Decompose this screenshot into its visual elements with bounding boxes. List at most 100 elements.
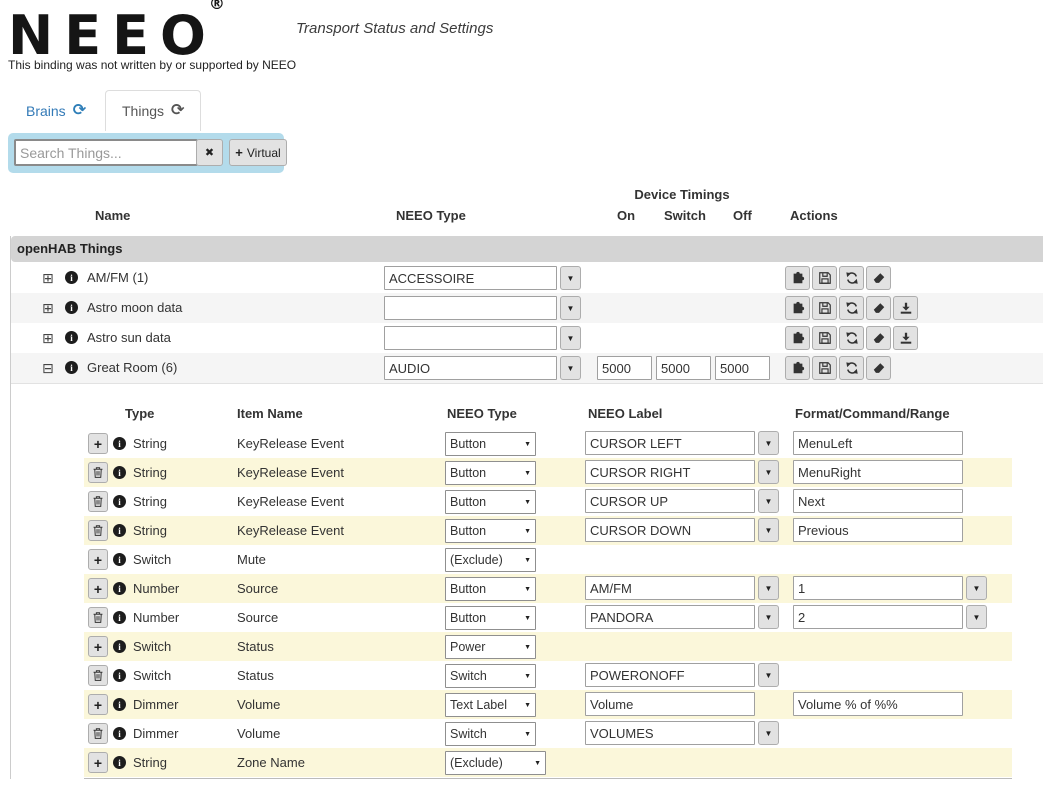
transmit-button[interactable]	[785, 326, 810, 350]
info-icon[interactable]: i	[113, 611, 126, 624]
add-channel-button[interactable]: +	[88, 752, 108, 773]
neeo-label-input[interactable]	[585, 605, 755, 629]
refresh-button[interactable]	[839, 326, 864, 350]
info-icon[interactable]: i	[113, 495, 126, 508]
neeo-type-input[interactable]	[384, 326, 557, 350]
refresh-button[interactable]	[839, 266, 864, 290]
label-dropdown-button[interactable]: ▼	[758, 663, 779, 687]
neeo-type-dropdown-button[interactable]: ▼	[560, 356, 581, 380]
transmit-button[interactable]	[785, 296, 810, 320]
format-dropdown-button[interactable]: ▼	[966, 576, 987, 600]
delete-channel-button[interactable]	[88, 665, 108, 686]
refresh-icon[interactable]: ⟳	[171, 103, 184, 119]
neeo-type-dropdown-button[interactable]: ▼	[560, 326, 581, 350]
info-icon[interactable]: i	[113, 524, 126, 537]
neeo-label-input[interactable]	[585, 576, 755, 600]
label-dropdown-button[interactable]: ▼	[758, 576, 779, 600]
expand-icon[interactable]: ⊞	[42, 263, 54, 293]
restore-button[interactable]	[893, 296, 918, 320]
save-button[interactable]	[812, 266, 837, 290]
info-icon[interactable]: i	[113, 669, 126, 682]
neeo-type-select[interactable]: Switch ▼	[445, 722, 536, 746]
expand-icon[interactable]: ⊞	[42, 323, 54, 353]
delete-channel-button[interactable]	[88, 462, 108, 483]
neeo-label-input[interactable]	[585, 431, 755, 455]
neeo-type-input[interactable]	[384, 296, 557, 320]
label-dropdown-button[interactable]: ▼	[758, 518, 779, 542]
save-button[interactable]	[812, 296, 837, 320]
neeo-type-select[interactable]: Power ▼	[445, 635, 536, 659]
refresh-button[interactable]	[839, 356, 864, 380]
save-button[interactable]	[812, 356, 837, 380]
delete-channel-button[interactable]	[88, 607, 108, 628]
neeo-label-input[interactable]	[585, 489, 755, 513]
neeo-label-input[interactable]	[585, 692, 755, 716]
format-input[interactable]	[793, 518, 963, 542]
restore-button[interactable]	[893, 326, 918, 350]
neeo-label-input[interactable]	[585, 663, 755, 687]
info-icon[interactable]: i	[113, 640, 126, 653]
format-dropdown-button[interactable]: ▼	[966, 605, 987, 629]
format-input[interactable]	[793, 489, 963, 513]
transmit-button[interactable]	[785, 356, 810, 380]
add-channel-button[interactable]: +	[88, 694, 108, 715]
neeo-type-select[interactable]: Text Label ▼	[445, 693, 536, 717]
format-input[interactable]	[793, 431, 963, 455]
erase-button[interactable]	[866, 266, 891, 290]
neeo-type-select[interactable]: (Exclude) ▼	[445, 751, 546, 775]
neeo-type-select[interactable]: Button ▼	[445, 606, 536, 630]
timing-off-input[interactable]	[715, 356, 770, 380]
timing-switch-input[interactable]	[656, 356, 711, 380]
erase-button[interactable]	[866, 356, 891, 380]
expand-icon[interactable]: ⊞	[42, 293, 54, 323]
info-icon[interactable]: i	[113, 698, 126, 711]
tab-brains[interactable]: Brains ⟳	[10, 91, 102, 131]
label-dropdown-button[interactable]: ▼	[758, 721, 779, 745]
transmit-button[interactable]	[785, 266, 810, 290]
erase-button[interactable]	[866, 296, 891, 320]
delete-channel-button[interactable]	[88, 723, 108, 744]
info-icon[interactable]: i	[113, 466, 126, 479]
label-dropdown-button[interactable]: ▼	[758, 431, 779, 455]
label-dropdown-button[interactable]: ▼	[758, 489, 779, 513]
delete-channel-button[interactable]	[88, 491, 108, 512]
neeo-type-select[interactable]: Switch ▼	[445, 664, 536, 688]
add-channel-button[interactable]: +	[88, 549, 108, 570]
neeo-type-select[interactable]: (Exclude) ▼	[445, 548, 536, 572]
neeo-label-input[interactable]	[585, 460, 755, 484]
format-input[interactable]	[793, 460, 963, 484]
format-input[interactable]	[793, 692, 963, 716]
refresh-icon[interactable]: ⟳	[73, 103, 86, 119]
info-icon[interactable]: i	[65, 301, 78, 314]
save-button[interactable]	[812, 326, 837, 350]
neeo-type-select[interactable]: Button ▼	[445, 490, 536, 514]
info-icon[interactable]: i	[65, 271, 78, 284]
neeo-type-select[interactable]: Button ▼	[445, 461, 536, 485]
info-icon[interactable]: i	[113, 727, 126, 740]
neeo-type-dropdown-button[interactable]: ▼	[560, 266, 581, 290]
search-input[interactable]	[14, 139, 198, 166]
add-channel-button[interactable]: +	[88, 578, 108, 599]
format-input[interactable]	[793, 576, 963, 600]
info-icon[interactable]: i	[113, 437, 126, 450]
tab-things[interactable]: Things ⟳	[105, 90, 202, 131]
neeo-type-select[interactable]: Button ▼	[445, 432, 536, 456]
add-virtual-button[interactable]: + Virtual	[229, 139, 287, 166]
neeo-type-input[interactable]	[384, 356, 557, 380]
neeo-type-input[interactable]	[384, 266, 557, 290]
timing-on-input[interactable]	[597, 356, 652, 380]
neeo-label-input[interactable]	[585, 721, 755, 745]
neeo-type-dropdown-button[interactable]: ▼	[560, 296, 581, 320]
info-icon[interactable]: i	[65, 331, 78, 344]
erase-button[interactable]	[866, 326, 891, 350]
collapse-icon[interactable]: ⊟	[42, 353, 54, 383]
info-icon[interactable]: i	[113, 553, 126, 566]
neeo-type-select[interactable]: Button ▼	[445, 577, 536, 601]
add-channel-button[interactable]: +	[88, 433, 108, 454]
info-icon[interactable]: i	[65, 361, 78, 374]
add-channel-button[interactable]: +	[88, 636, 108, 657]
info-icon[interactable]: i	[113, 582, 126, 595]
refresh-button[interactable]	[839, 296, 864, 320]
format-input[interactable]	[793, 605, 963, 629]
label-dropdown-button[interactable]: ▼	[758, 605, 779, 629]
